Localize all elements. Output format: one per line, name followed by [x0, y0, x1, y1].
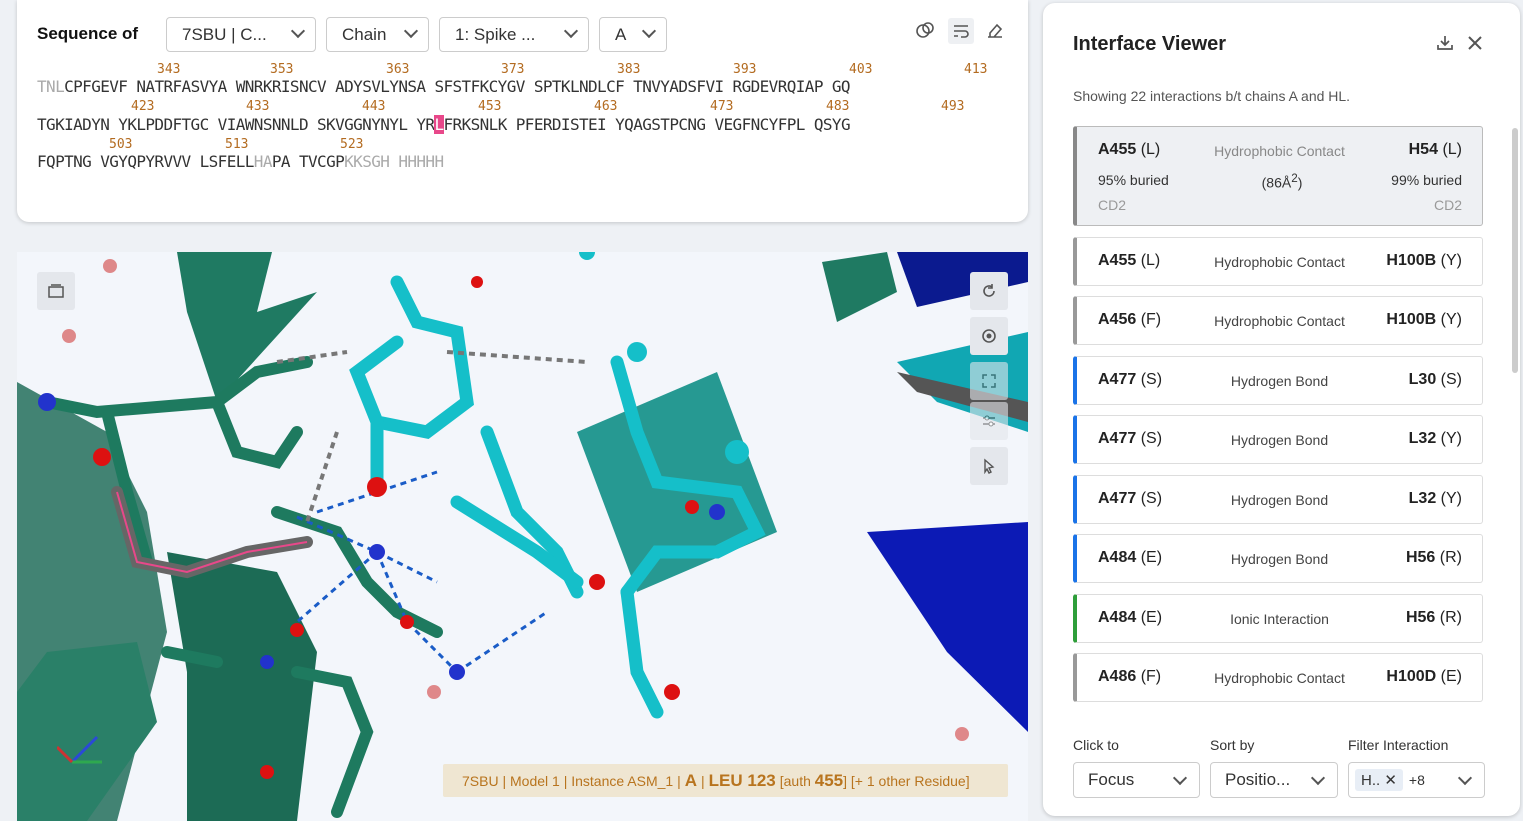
- residue-number: 483: [826, 99, 850, 114]
- interaction-summary: Showing 22 interactions b/t chains A and…: [1073, 88, 1351, 104]
- settings-sliders-icon[interactable]: [970, 402, 1008, 440]
- fullscreen-icon[interactable]: [970, 362, 1008, 400]
- entity-dropdown[interactable]: 1: Spike ...: [439, 17, 589, 52]
- chevron-down-icon: [290, 23, 306, 39]
- residue-number: 343: [157, 62, 181, 77]
- interaction-card[interactable]: A484 (E) Hydrogen Bond H56 (R): [1073, 534, 1483, 583]
- scrollbar[interactable]: [1512, 128, 1518, 373]
- residue-number: 373: [501, 62, 525, 77]
- interaction-card[interactable]: A456 (F) Hydrophobic Contact H100B (Y): [1073, 296, 1483, 345]
- molecule-render: [17, 252, 1028, 821]
- interaction-card[interactable]: A484 (E) Ionic Interaction H56 (R): [1073, 594, 1483, 643]
- residue-number: 453: [478, 99, 502, 114]
- ribbon-strand: [167, 552, 317, 821]
- residue-number: 463: [594, 99, 618, 114]
- interaction-card-selected[interactable]: A455 (L) Hydrophobic Contact H54 (L) 95%…: [1073, 126, 1483, 226]
- cursor-select-icon[interactable]: [970, 447, 1008, 485]
- interaction-card[interactable]: A477 (S) Hydrogen Bond L32 (Y): [1073, 415, 1483, 464]
- highlighted-residue[interactable]: L: [434, 115, 444, 134]
- selection-info-bar: 7SBU | Model 1 | Instance ASM_1 | A | LEU 1…: [443, 764, 1008, 797]
- residue-number: 523: [340, 137, 364, 152]
- chevron-down-icon: [1172, 770, 1188, 786]
- residue-number: 363: [386, 62, 410, 77]
- residue-number: 413: [964, 62, 988, 77]
- interaction-card[interactable]: A477 (S) Hydrogen Bond L30 (S): [1073, 356, 1483, 405]
- color-scheme-icon[interactable]: [913, 18, 937, 42]
- filter-chip[interactable]: H.. ✕: [1355, 769, 1403, 791]
- residue-number: 393: [733, 62, 757, 77]
- sequence-title: Sequence of: [37, 24, 139, 43]
- reset-view-icon[interactable]: [970, 272, 1008, 310]
- chain-mode-dropdown[interactable]: Chain: [326, 17, 429, 52]
- molecule-viewer[interactable]: 7SBU | Model 1 | Instance ASM_1 | A | LEU 1…: [17, 252, 1028, 821]
- interface-viewer-panel: Interface Viewer Showing 22 interactions…: [1043, 3, 1520, 816]
- residue-number: 403: [849, 62, 873, 77]
- screenshot-icon[interactable]: [37, 272, 75, 310]
- filter-select[interactable]: H.. ✕ +8: [1348, 762, 1485, 798]
- sequence-row-3[interactable]: FQPTNG VGYQPYRVVV LSFELLHAPA TVCGPKKSGH …: [37, 152, 444, 171]
- residue-number: 493: [941, 99, 965, 114]
- ribbon-strand: [897, 252, 1028, 307]
- chevron-down-icon: [403, 23, 419, 39]
- residue-number: 443: [362, 99, 386, 114]
- chevron-down-icon: [641, 23, 657, 39]
- residue-number: 503: [109, 137, 133, 152]
- sort-select[interactable]: Positio...: [1210, 762, 1338, 798]
- residue-number: 383: [617, 62, 641, 77]
- click-action-select[interactable]: Focus: [1073, 762, 1200, 798]
- sequence-panel: Sequence of 7SBU | C... Chain 1: Spike .…: [17, 0, 1028, 222]
- camera-icon[interactable]: [970, 317, 1008, 355]
- ribbon-strand: [822, 252, 897, 322]
- download-icon[interactable]: [1435, 33, 1455, 58]
- entry-dropdown[interactable]: 7SBU | C...: [166, 17, 316, 52]
- residue-number: 473: [710, 99, 734, 114]
- close-icon[interactable]: [1465, 33, 1485, 58]
- chevron-down-icon: [1310, 770, 1326, 786]
- panel-title: Interface Viewer: [1073, 33, 1227, 55]
- interaction-card[interactable]: A486 (F) Hydrophobic Contact H100D (E): [1073, 653, 1483, 702]
- chain-dropdown[interactable]: A: [599, 17, 667, 52]
- ribbon-strand: [867, 522, 1028, 732]
- close-icon[interactable]: ✕: [1384, 772, 1397, 789]
- interaction-card[interactable]: A455 (L) Hydrophobic Contact H100B (Y): [1073, 237, 1483, 286]
- residue-number: 513: [225, 137, 249, 152]
- wrap-lines-icon[interactable]: [948, 18, 974, 44]
- residue-number: 423: [131, 99, 155, 114]
- interaction-card[interactable]: A477 (S) Hydrogen Bond L32 (Y): [1073, 475, 1483, 524]
- residue-number: 353: [270, 62, 294, 77]
- residue-number: 433: [246, 99, 270, 114]
- axes-icon: [57, 735, 102, 764]
- sequence-row-1[interactable]: TNLCPFGEVF NATRFASVYA WNRKRISNCV ADYSVLY…: [37, 77, 851, 96]
- sequence-row-2[interactable]: TGKIADYN YKLPDDFTGC VIAWNSNNLD SKVGGNYNY…: [37, 115, 851, 134]
- chevron-down-icon: [563, 23, 579, 39]
- chevron-down-icon: [1457, 770, 1473, 786]
- eraser-icon[interactable]: [983, 18, 1007, 42]
